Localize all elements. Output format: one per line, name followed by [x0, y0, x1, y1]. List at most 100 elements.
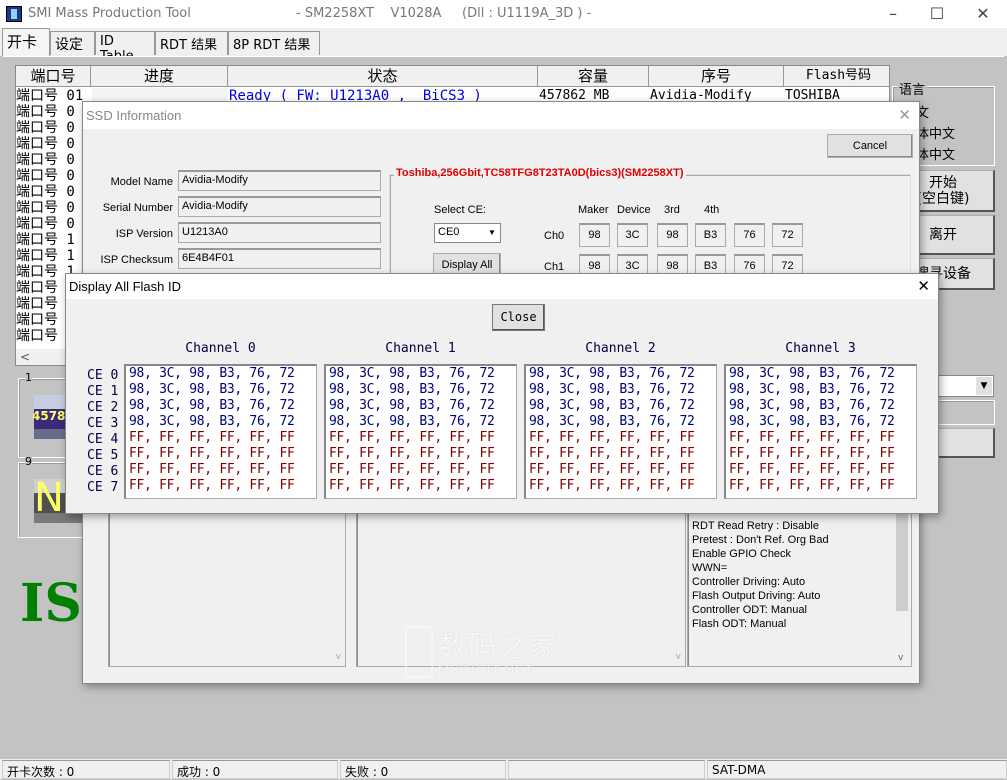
scroll-down-icon[interactable]: v: [336, 652, 341, 662]
maximize-button[interactable]: ☐: [922, 4, 952, 23]
info-line: WWN=: [692, 562, 728, 574]
flash-id-row: 98, 3C, 98, B3, 76, 72: [129, 382, 295, 397]
scroll-down-icon[interactable]: v: [676, 652, 681, 662]
flash-id-row: 98, 3C, 98, B3, 76, 72: [729, 398, 895, 413]
flash-id-row: FF, FF, FF, FF, FF, FF: [329, 462, 495, 477]
flash-id-row: FF, FF, FF, FF, FF, FF: [729, 478, 895, 493]
table-row[interactable]: 端口号 0: [16, 216, 91, 232]
column-serial[interactable]: 序号: [649, 66, 784, 87]
tab-bar: 开卡 设定 ID Table RDT 结果 8P RDT 结果: [0, 28, 1007, 64]
tab-open-card[interactable]: 开卡: [2, 28, 50, 56]
table-row[interactable]: 端口号 0: [16, 184, 91, 200]
cancel-button[interactable]: Cancel: [827, 134, 913, 158]
flash-id-row: 98, 3C, 98, B3, 76, 72: [129, 414, 295, 429]
table-row[interactable]: 端口号 0: [16, 136, 91, 152]
status-empty: [508, 760, 705, 779]
chevron-down-icon[interactable]: ▼: [485, 225, 499, 241]
field-value: Avidia-Modify: [178, 170, 381, 191]
id-column-header: 4th: [704, 204, 720, 216]
watermark-logo: [405, 626, 433, 678]
channel-id-box[interactable]: 98, 3C, 98, B3, 76, 72 98, 3C, 98, B3, 76…: [524, 364, 717, 499]
table-row[interactable]: 端口号 0: [16, 120, 91, 136]
watermark-cn: 数码之家: [437, 630, 557, 665]
field-label: Model Name: [110, 176, 173, 188]
close-button[interactable]: Close: [492, 304, 545, 331]
scroll-left-arrow[interactable]: <: [20, 350, 30, 364]
port-status-value: N: [34, 479, 64, 521]
channel-id-box[interactable]: 98, 3C, 98, B3, 76, 72 98, 3C, 98, B3, 76…: [324, 364, 517, 499]
column-progress[interactable]: 进度: [91, 66, 228, 87]
column-capacity[interactable]: 容量: [538, 66, 649, 87]
flash-id-byte: B3: [695, 223, 726, 247]
flash-id-row: FF, FF, FF, FF, FF, FF: [129, 462, 295, 477]
channel-header: Channel 0: [185, 341, 256, 356]
channel-id-box[interactable]: 98, 3C, 98, B3, 76, 72 98, 3C, 98, B3, 76…: [724, 364, 917, 499]
tab-rdt-result[interactable]: RDT 结果: [155, 31, 228, 55]
tab-settings[interactable]: 设定: [50, 31, 95, 55]
column-flash[interactable]: Flash号码: [784, 66, 889, 87]
channel-header: Channel 1: [385, 341, 456, 356]
port-panel-label: 9: [25, 455, 32, 468]
flash-id-title-bar: Display All Flash ID ✕: [66, 274, 938, 299]
table-row[interactable]: 端口号 0: [16, 152, 91, 168]
flash-id-row: 98, 3C, 98, B3, 76, 72: [129, 366, 295, 381]
flash-id-row: FF, FF, FF, FF, FF, FF: [329, 478, 495, 493]
chevron-down-icon[interactable]: ▼: [976, 377, 992, 395]
flash-id-byte: 72: [772, 223, 803, 247]
flash-id-row: FF, FF, FF, FF, FF, FF: [729, 462, 895, 477]
tab-8p-rdt-result[interactable]: 8P RDT 结果: [228, 31, 320, 55]
title-bar: SMI Mass Production Tool - SM2258XT V102…: [0, 0, 1007, 28]
table-row[interactable]: 端口号 1: [16, 248, 91, 264]
flash-id-row: 98, 3C, 98, B3, 76, 72: [529, 382, 695, 397]
flash-id-row: FF, FF, FF, FF, FF, FF: [129, 430, 295, 445]
ce-label: CE 0: [87, 368, 119, 383]
id-column-header: 3rd: [664, 204, 680, 216]
flash-id-row: FF, FF, FF, FF, FF, FF: [129, 446, 295, 461]
table-row[interactable]: 端口号 0: [16, 200, 91, 216]
ce-label: CE 4: [87, 432, 119, 447]
column-port[interactable]: 端口号: [16, 66, 91, 87]
flash-id-row: 98, 3C, 98, B3, 76, 72: [329, 414, 495, 429]
minimize-button[interactable]: –: [878, 4, 908, 23]
flash-id-byte: 3C: [617, 223, 648, 247]
big-status-text: IS: [20, 573, 82, 634]
flash-id-row: FF, FF, FF, FF, FF, FF: [529, 446, 695, 461]
id-column-header: Maker: [578, 204, 609, 216]
close-button[interactable]: ✕: [968, 4, 998, 23]
port-panel-label: 1: [25, 371, 32, 384]
select-ce-value: CE0: [438, 226, 460, 238]
flash-id-byte: 98: [579, 223, 610, 247]
info-line: Controller Driving: Auto: [692, 576, 806, 588]
flash-id-row: FF, FF, FF, FF, FF, FF: [329, 446, 495, 461]
info-line: Flash ODT: Manual: [692, 618, 787, 630]
table-row[interactable]: 端口号 0: [16, 104, 91, 120]
flash-id-row: FF, FF, FF, FF, FF, FF: [529, 430, 695, 445]
table-row[interactable]: 端口号 0: [16, 168, 91, 184]
status-success: 成功 : 0: [172, 760, 338, 779]
flash-id-row: 98, 3C, 98, B3, 76, 72: [529, 414, 695, 429]
flash-id-row: FF, FF, FF, FF, FF, FF: [529, 478, 695, 493]
channel-id-box[interactable]: 98, 3C, 98, B3, 76, 72 98, 3C, 98, B3, 76…: [124, 364, 317, 499]
select-ce-label: Select CE:: [434, 204, 486, 216]
info-line: Enable GPIO Check: [692, 548, 792, 560]
flash-id-row: FF, FF, FF, FF, FF, FF: [329, 430, 495, 445]
ce-label: CE 3: [87, 416, 119, 431]
tab-id-table[interactable]: ID Table: [95, 31, 155, 64]
flash-id-row: FF, FF, FF, FF, FF, FF: [729, 446, 895, 461]
info-line: Controller ODT: Manual: [692, 604, 807, 616]
column-status[interactable]: 状态: [228, 66, 538, 87]
close-icon[interactable]: ✕: [898, 106, 911, 124]
ce-label: CE 7: [87, 480, 119, 495]
app-icon: [6, 6, 22, 22]
status-bar: 开卡次数 : 0 成功 : 0 失败 : 0 SAT-DMA: [0, 759, 1007, 779]
ce-label: CE 5: [87, 448, 119, 463]
scroll-down-icon[interactable]: v: [898, 653, 903, 663]
table-row[interactable]: 端口号 1: [16, 232, 91, 248]
select-ce-dropdown[interactable]: CE0 ▼: [434, 223, 501, 243]
close-icon[interactable]: ✕: [917, 277, 930, 295]
id-column-header: Device: [617, 204, 651, 216]
flash-id-byte: 76: [734, 223, 765, 247]
flash-id-row: FF, FF, FF, FF, FF, FF: [129, 478, 295, 493]
field-value: U1213A0: [178, 222, 381, 243]
flash-id-row: 98, 3C, 98, B3, 76, 72: [529, 366, 695, 381]
